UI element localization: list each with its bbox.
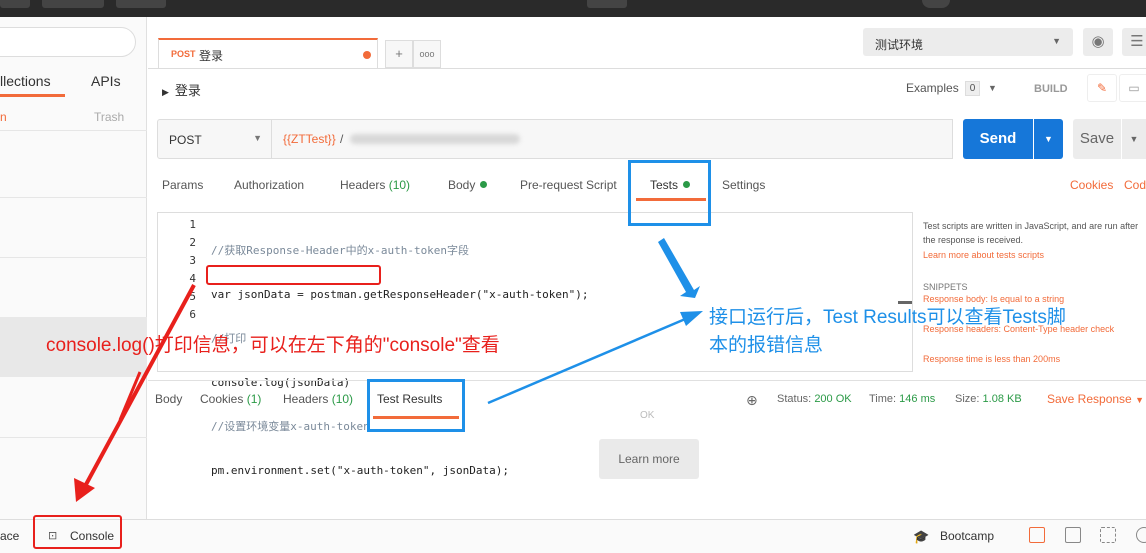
annotation-arrows <box>74 238 703 502</box>
blue-arrow-up <box>658 238 700 298</box>
blue-arrow-down <box>487 311 703 405</box>
red-arrow <box>74 284 196 502</box>
red-arrow-short <box>118 371 142 421</box>
